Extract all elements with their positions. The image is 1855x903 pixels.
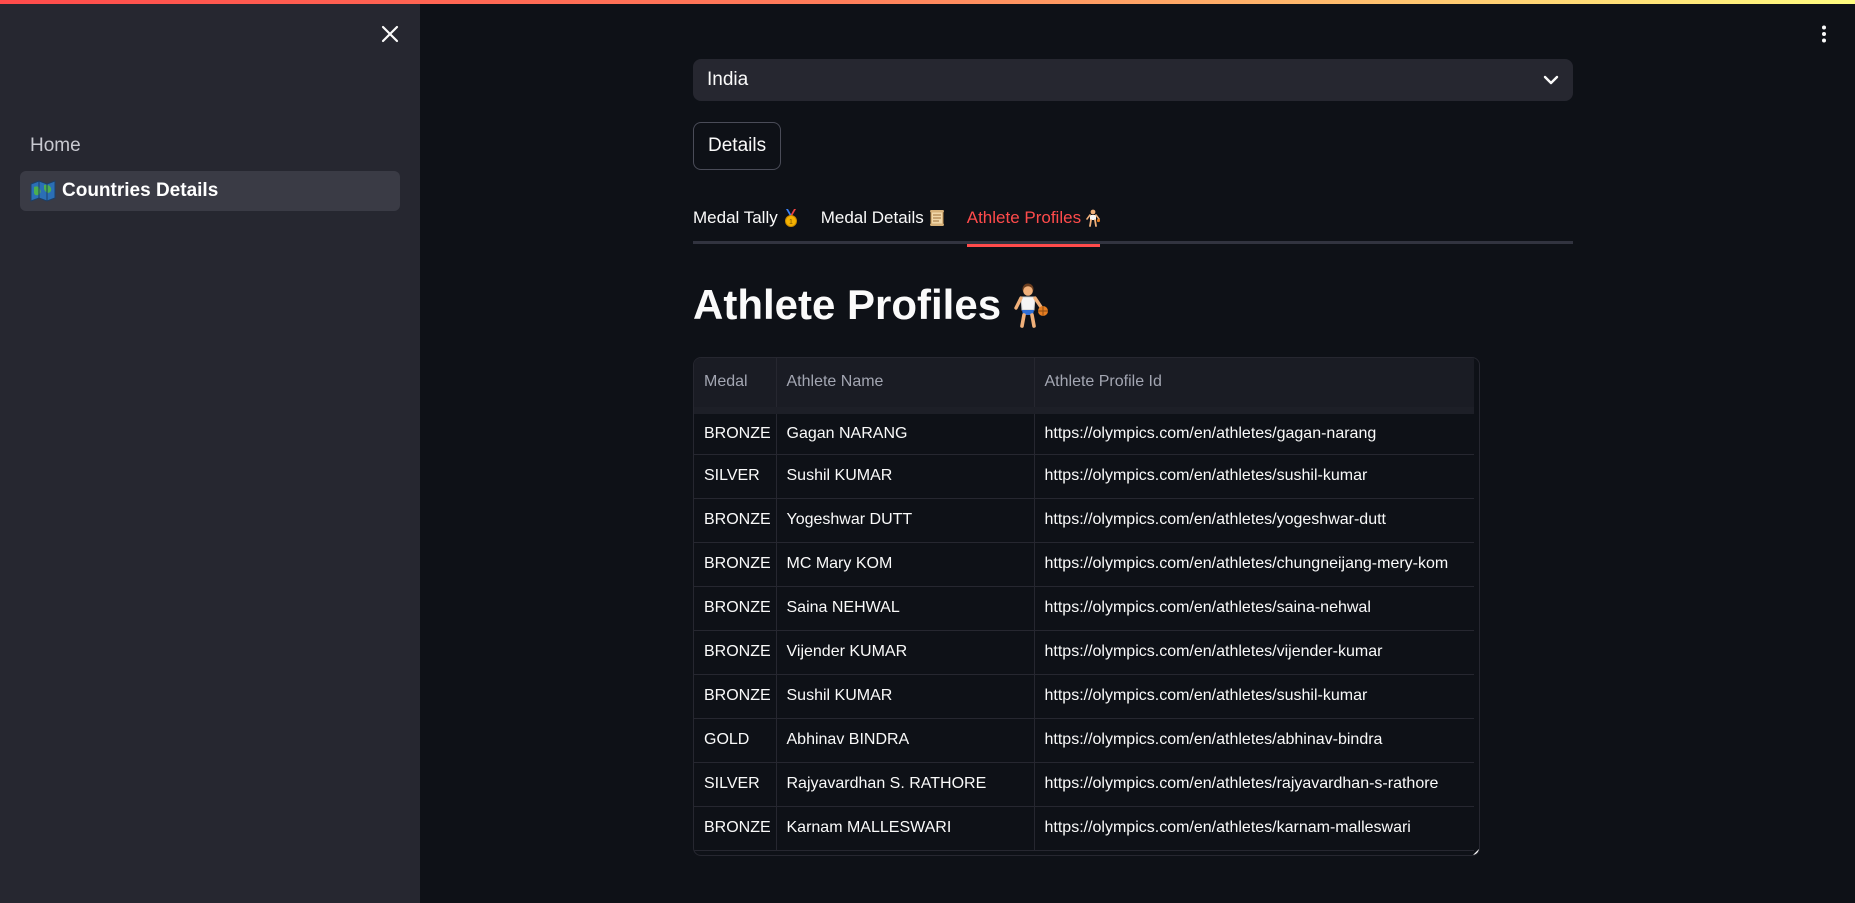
top-decoration-bar — [0, 0, 1855, 4]
table-cell-athlete-name[interactable]: Yogeshwar DUTT — [776, 498, 1035, 543]
scroll-icon — [929, 209, 945, 227]
sidebar-item-home[interactable]: Home — [20, 126, 400, 166]
page-title: Athlete Profiles — [693, 281, 1049, 329]
tab-medal-tally[interactable]: Medal Tally 1 — [693, 198, 799, 244]
main-menu-button[interactable] — [1814, 20, 1834, 48]
data-table: Medal Athlete Name Athlete Profile Id BR… — [694, 358, 1474, 851]
sidebar-item-label: Countries Details — [62, 180, 219, 201]
tab-bar: Medal Tally 1 Medal Details Athlete Prof… — [693, 198, 1573, 247]
svg-text:1: 1 — [789, 219, 793, 226]
close-icon — [381, 25, 399, 43]
country-select-value: India — [707, 69, 749, 90]
sidebar: Home Countries Details — [0, 0, 420, 903]
table-cell-athlete-name[interactable]: Saina NEHWAL — [776, 586, 1035, 631]
tab-label: Athlete Profiles — [966, 208, 1082, 227]
details-button[interactable]: Details — [693, 122, 782, 170]
tab-medal-details[interactable]: Medal Details — [821, 198, 945, 244]
table-cell-athlete-name[interactable]: Sushil KUMAR — [776, 454, 1035, 499]
table-cell-profile-id[interactable]: https://olympics.com/en/athletes/karnam-… — [1034, 806, 1474, 851]
table-row: BRONZE Karnam MALLESWARI https://olympic… — [694, 806, 1474, 851]
table-row: GOLD Abhinav BINDRA https://olympics.com… — [694, 718, 1474, 763]
table-cell-medal[interactable]: BRONZE — [694, 410, 777, 455]
table-header-row: Medal Athlete Name Athlete Profile Id — [694, 358, 1474, 414]
table-row: BRONZE MC Mary KOM https://olympics.com/… — [694, 542, 1474, 587]
table-cell-profile-id[interactable]: https://olympics.com/en/athletes/abhinav… — [1034, 718, 1474, 763]
page-title-text: Athlete Profiles — [693, 281, 1002, 328]
athlete-icon — [1086, 209, 1101, 227]
table-row: BRONZE Vijender KUMAR https://olympics.c… — [694, 630, 1474, 675]
table-cell-athlete-name[interactable]: MC Mary KOM — [776, 542, 1035, 587]
tab-label: Medal Tally — [693, 208, 778, 227]
column-header-athlete-name[interactable]: Athlete Name — [776, 358, 1035, 414]
table-cell-profile-id[interactable]: https://olympics.com/en/athletes/chungne… — [1034, 542, 1474, 587]
table-cell-athlete-name[interactable]: Abhinav BINDRA — [776, 718, 1035, 763]
table-cell-medal[interactable]: BRONZE — [694, 630, 777, 675]
athlete-profiles-table[interactable]: Medal Athlete Name Athlete Profile Id BR… — [693, 357, 1480, 856]
table-cell-athlete-name[interactable]: Sushil KUMAR — [776, 674, 1035, 719]
table-cell-medal[interactable]: BRONZE — [694, 542, 777, 587]
table-resize-handle[interactable] — [1473, 849, 1479, 855]
table-cell-profile-id[interactable]: https://olympics.com/en/athletes/yogeshw… — [1034, 498, 1474, 543]
table-cell-medal[interactable]: BRONZE — [694, 498, 777, 543]
table-row: BRONZE Gagan NARANG https://olympics.com… — [694, 410, 1474, 455]
table-cell-profile-id[interactable]: https://olympics.com/en/athletes/gagan-n… — [1034, 410, 1474, 455]
table-cell-medal[interactable]: SILVER — [694, 762, 777, 807]
table-cell-athlete-name[interactable]: Rajyavardhan S. RATHORE — [776, 762, 1035, 807]
table-row: SILVER Sushil KUMAR https://olympics.com… — [694, 454, 1474, 499]
column-header-medal[interactable]: Medal — [694, 358, 777, 414]
table-cell-athlete-name[interactable]: Vijender KUMAR — [776, 630, 1035, 675]
athlete-icon — [1011, 282, 1049, 328]
chevron-down-icon — [1543, 75, 1559, 85]
country-select[interactable]: India — [693, 59, 1573, 101]
table-cell-profile-id[interactable]: https://olympics.com/en/athletes/sushil-… — [1034, 454, 1474, 499]
table-row: BRONZE Yogeshwar DUTT https://olympics.c… — [694, 498, 1474, 543]
table-row: BRONZE Saina NEHWAL https://olympics.com… — [694, 586, 1474, 631]
table-cell-medal[interactable]: BRONZE — [694, 806, 777, 851]
medal-icon: 1 — [783, 209, 799, 227]
sidebar-nav: Home Countries Details — [20, 126, 400, 216]
more-vertical-icon — [1822, 25, 1826, 43]
table-cell-profile-id[interactable]: https://olympics.com/en/athletes/vijende… — [1034, 630, 1474, 675]
table-cell-profile-id[interactable]: https://olympics.com/en/athletes/sushil-… — [1034, 674, 1474, 719]
close-sidebar-button[interactable] — [376, 20, 404, 48]
table-cell-profile-id[interactable]: https://olympics.com/en/athletes/rajyava… — [1034, 762, 1474, 807]
table-cell-medal[interactable]: SILVER — [694, 454, 777, 499]
map-icon — [30, 180, 56, 202]
table-cell-athlete-name[interactable]: Karnam MALLESWARI — [776, 806, 1035, 851]
table-cell-medal[interactable]: BRONZE — [694, 586, 777, 631]
table-cell-athlete-name[interactable]: Gagan NARANG — [776, 410, 1035, 455]
sidebar-item-countries-details[interactable]: Countries Details — [20, 171, 400, 211]
table-cell-medal[interactable]: BRONZE — [694, 674, 777, 719]
table-row: BRONZE Sushil KUMAR https://olympics.com… — [694, 674, 1474, 719]
table-cell-medal[interactable]: GOLD — [694, 718, 777, 763]
table-cell-profile-id[interactable]: https://olympics.com/en/athletes/saina-n… — [1034, 586, 1474, 631]
table-row: SILVER Rajyavardhan S. RATHORE https://o… — [694, 762, 1474, 807]
tab-athlete-profiles[interactable]: Athlete Profiles — [966, 198, 1101, 247]
column-header-athlete-profile-id[interactable]: Athlete Profile Id — [1034, 358, 1474, 414]
tab-label: Medal Details — [820, 208, 924, 227]
sidebar-item-label: Home — [30, 135, 81, 156]
